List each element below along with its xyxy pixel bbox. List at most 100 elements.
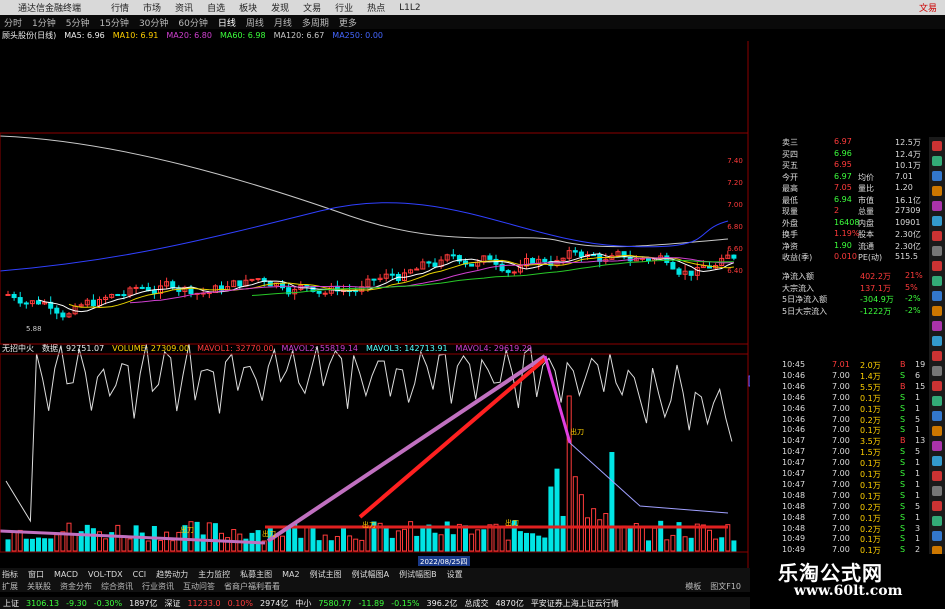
period-week[interactable]: 周线	[246, 16, 264, 29]
period-15min[interactable]: 15分钟	[99, 16, 128, 29]
indicator-tab[interactable]: 窗口	[28, 569, 44, 580]
side-tool-icon[interactable]	[932, 441, 942, 451]
period-month[interactable]: 月线	[274, 16, 292, 29]
volume-bar	[359, 539, 365, 552]
side-tool-icon[interactable]	[932, 426, 942, 436]
side-tool-icon[interactable]	[932, 186, 942, 196]
volume-bar	[36, 537, 41, 552]
side-tool-icon[interactable]	[932, 531, 942, 541]
indicator-tab[interactable]: VOL-TDX	[88, 570, 123, 579]
price-tick-label: 7.40	[727, 157, 743, 165]
side-tool-icon[interactable]	[932, 276, 942, 286]
indicator-tab[interactable]: MA2	[282, 570, 299, 579]
period-5min[interactable]: 5分钟	[66, 16, 90, 29]
period-60min[interactable]: 60分钟	[178, 16, 207, 29]
trade-time: 10:47	[782, 479, 806, 489]
quote-panel: 卖三 6.97 12.5万 买四 6.96 12.4万 买五 6.95 10.1万 今开 6.97 均…	[750, 137, 945, 597]
menu-item[interactable]: L1L2	[399, 3, 420, 13]
trade-count: 15	[915, 381, 926, 391]
indicator-tab[interactable]: 趋势动力	[156, 569, 188, 580]
trade-time: 10:45	[782, 360, 806, 369]
indicator-tab[interactable]: 指标	[2, 569, 18, 580]
oscillator-line	[5, 343, 733, 523]
trade-time: 10:48	[782, 501, 806, 511]
sub-right-tab[interactable]: 图文F10	[710, 581, 741, 592]
ma60-line	[251, 259, 734, 296]
period-1min[interactable]: 1分钟	[32, 16, 56, 29]
sub-tab[interactable]: 行业资讯	[142, 581, 174, 592]
side-tool-icon[interactable]	[932, 396, 942, 406]
indicator-tab[interactable]: 主力监控	[198, 569, 230, 580]
trade-time: 10:48	[782, 490, 806, 500]
quote-value1: 6.95	[834, 160, 852, 169]
side-tool-icon[interactable]	[932, 366, 942, 376]
menu-item[interactable]: 文易	[303, 1, 321, 14]
side-tool-icon[interactable]	[932, 411, 942, 421]
menu-item[interactable]: 发现	[271, 1, 289, 14]
sub-tab[interactable]: 资金分布	[60, 581, 92, 592]
menu-item[interactable]: 市场	[143, 1, 161, 14]
menu-item[interactable]: 行业	[335, 1, 353, 14]
side-tool-icon[interactable]	[932, 156, 942, 166]
side-tool-icon[interactable]	[932, 201, 942, 211]
trade-time: 10:47	[782, 469, 806, 478]
quote-value2: 12.5万	[895, 138, 921, 147]
side-tool-icon[interactable]	[932, 381, 942, 391]
total-amount: 4870亿	[495, 598, 524, 608]
menu-item[interactable]: 资讯	[175, 1, 193, 14]
sub-right-tab[interactable]: 模板	[685, 581, 701, 592]
period-multi[interactable]: 多周期	[302, 16, 329, 29]
side-tool-icon[interactable]	[932, 141, 942, 151]
side-tool-icon[interactable]	[932, 471, 942, 481]
trade-count: 13	[915, 436, 926, 446]
quote-key: 最高	[782, 184, 798, 193]
trade-side: S	[900, 403, 906, 413]
side-tool-icon[interactable]	[932, 351, 942, 361]
sub-tab[interactable]: 省商户福利看看	[224, 581, 280, 592]
side-tool-icon[interactable]	[932, 261, 942, 271]
indicator-tab[interactable]: 例试幅图A	[352, 569, 389, 580]
side-tool-icon[interactable]	[932, 456, 942, 466]
sub-tab[interactable]: 关联股	[27, 581, 51, 592]
side-tool-icon[interactable]	[932, 306, 942, 316]
side-tool-icon[interactable]	[932, 216, 942, 226]
period-more[interactable]: 更多	[339, 16, 357, 29]
menu-item[interactable]: 行情	[111, 1, 129, 14]
quote-value1: 2	[834, 206, 840, 215]
quote-key2: PE(动)	[858, 253, 883, 262]
volume-bar	[652, 527, 658, 552]
indicator-tab[interactable]: CCI	[133, 570, 147, 579]
indicator-tab[interactable]: 例试幅图B	[399, 569, 437, 580]
side-tool-icon[interactable]	[932, 231, 942, 241]
side-tool-icon[interactable]	[932, 171, 942, 181]
period-day[interactable]: 日线	[218, 16, 236, 29]
side-tool-icon[interactable]	[932, 486, 942, 496]
side-tool-icon[interactable]	[932, 246, 942, 256]
chart-canvas[interactable]: 出刀出刀出刀出刀出刀 7.407.207.006.806.606.405.885…	[0, 41, 750, 568]
volume-bar	[395, 530, 401, 552]
sub-tab[interactable]: 综合资讯	[101, 581, 133, 592]
indicator-tab[interactable]: MACD	[54, 570, 78, 579]
side-tool-icon[interactable]	[932, 336, 942, 346]
side-tool-icon[interactable]	[932, 501, 942, 511]
indicator-tab[interactable]: 设置	[447, 569, 463, 580]
period-30min[interactable]: 30分钟	[139, 16, 168, 29]
indicator-tab[interactable]: 例试主图	[310, 569, 342, 580]
sub-tab[interactable]: 扩展	[2, 581, 18, 592]
side-tool-icon[interactable]	[932, 291, 942, 301]
volume-bar	[90, 528, 96, 552]
sub-tabs: 扩展 关联股 资金分布 综合资讯 行业资讯 互动问答 省商户福利看看 模板 图文F10	[0, 580, 750, 592]
indicator-tab[interactable]: 私募主图	[240, 569, 272, 580]
menu-item[interactable]: 自选	[207, 1, 225, 14]
period-minute[interactable]: 分时	[4, 16, 22, 29]
trade-side: B	[900, 381, 906, 391]
menu-item[interactable]: 热点	[367, 1, 385, 14]
side-tool-icon[interactable]	[932, 321, 942, 331]
menu-item[interactable]: 板块	[239, 1, 257, 14]
side-tool-icon[interactable]	[932, 516, 942, 526]
quote-value1: 6.97	[834, 137, 852, 146]
menu-right[interactable]: 文易	[919, 1, 937, 14]
zx-amount: 396.2亿	[426, 598, 458, 608]
sub-tab[interactable]: 互动问答	[183, 581, 215, 592]
trade-side: S	[900, 414, 906, 424]
